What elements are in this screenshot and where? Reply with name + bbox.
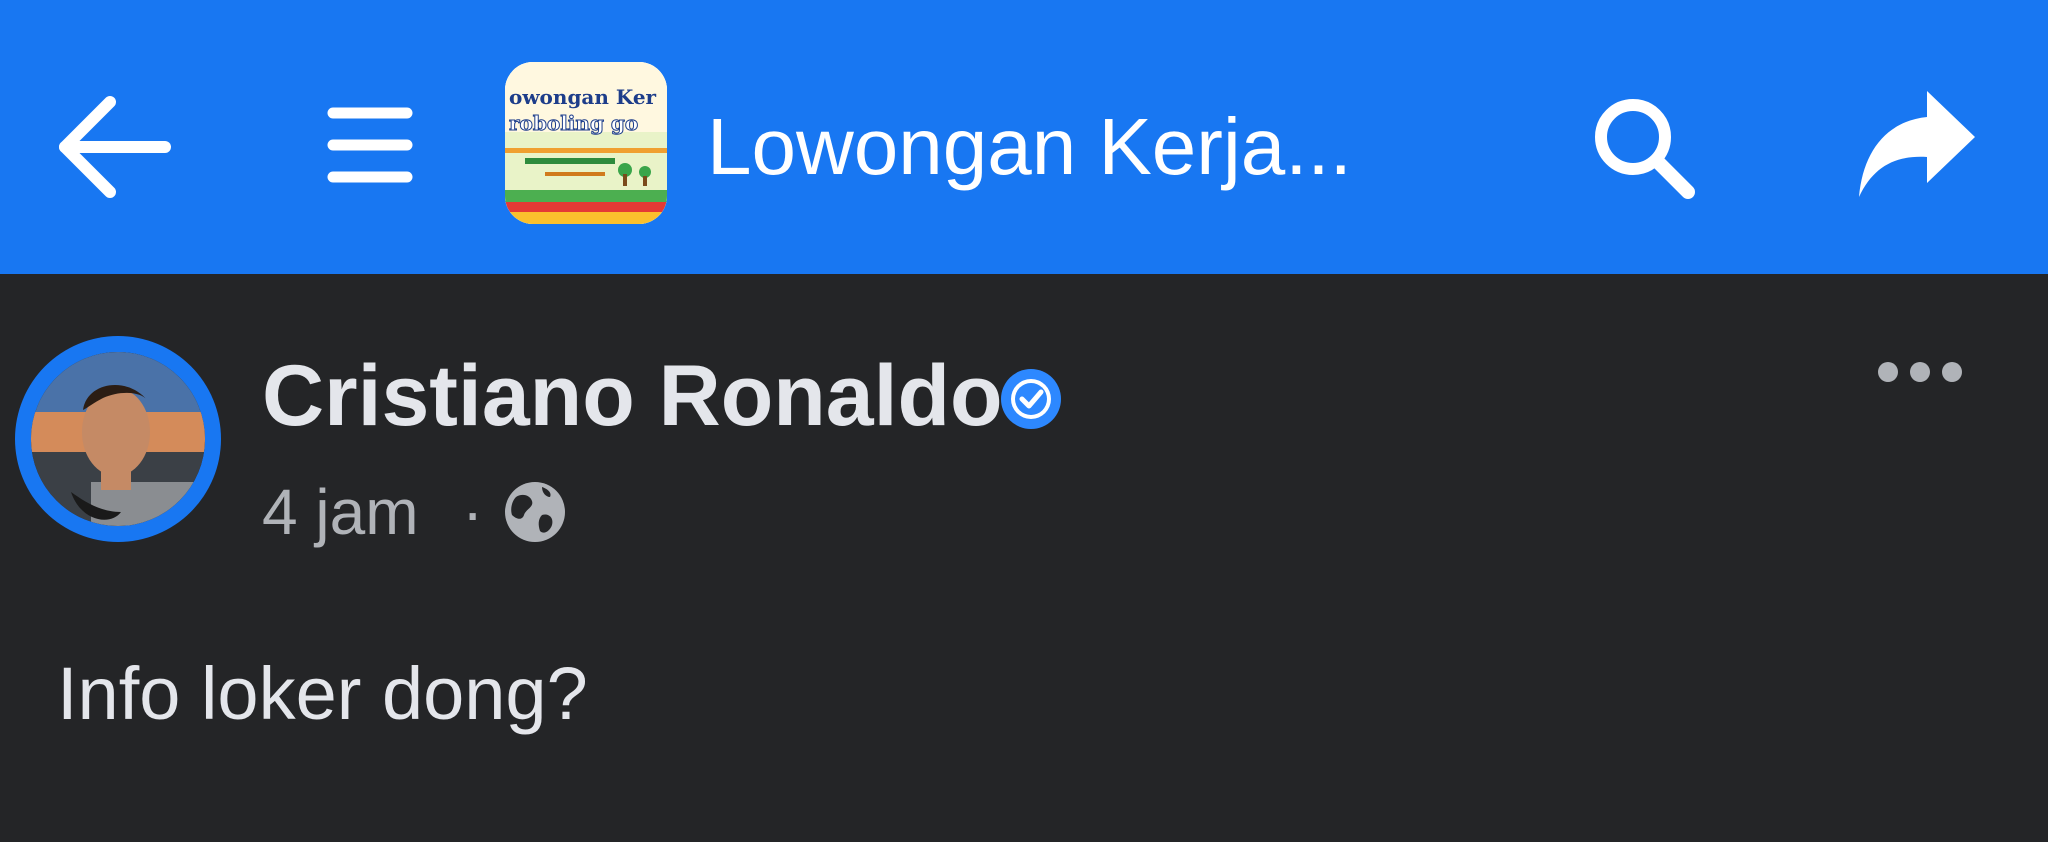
verified-badge-icon <box>998 366 1064 432</box>
avatar[interactable] <box>31 352 205 526</box>
post-card: Cristiano Ronaldo 4 jam · Info loker don… <box>0 274 2048 842</box>
post-timestamp[interactable]: 4 jam <box>262 472 419 552</box>
search-button[interactable] <box>1588 92 1698 202</box>
share-button[interactable] <box>1855 85 1980 205</box>
arrow-left-icon <box>59 96 171 198</box>
search-icon <box>1595 99 1695 199</box>
back-button[interactable] <box>55 92 175 202</box>
more-options-icon <box>1878 362 1962 382</box>
more-options-button[interactable] <box>1870 352 1970 392</box>
top-app-bar: owongan Ker roboling go Lowongan Kerja..… <box>0 0 2048 274</box>
group-thumbnail[interactable]: owongan Ker roboling go <box>505 62 667 224</box>
meta-separator: · <box>462 476 484 548</box>
globe-icon[interactable] <box>502 479 568 545</box>
profile-photo <box>31 352 205 526</box>
group-title[interactable]: Lowongan Kerja... <box>707 92 1352 202</box>
group-cover-image: owongan Ker roboling go <box>505 62 667 224</box>
hamburger-menu-icon <box>327 107 413 183</box>
thumbnail-text-line2: roboling go <box>509 111 638 135</box>
post-body-text: Info loker dong? <box>57 652 588 735</box>
menu-button[interactable] <box>325 95 415 195</box>
author-name[interactable]: Cristiano Ronaldo <box>262 346 1003 446</box>
thumbnail-text-line1: owongan Ker <box>509 85 657 109</box>
share-icon <box>1859 91 1975 197</box>
